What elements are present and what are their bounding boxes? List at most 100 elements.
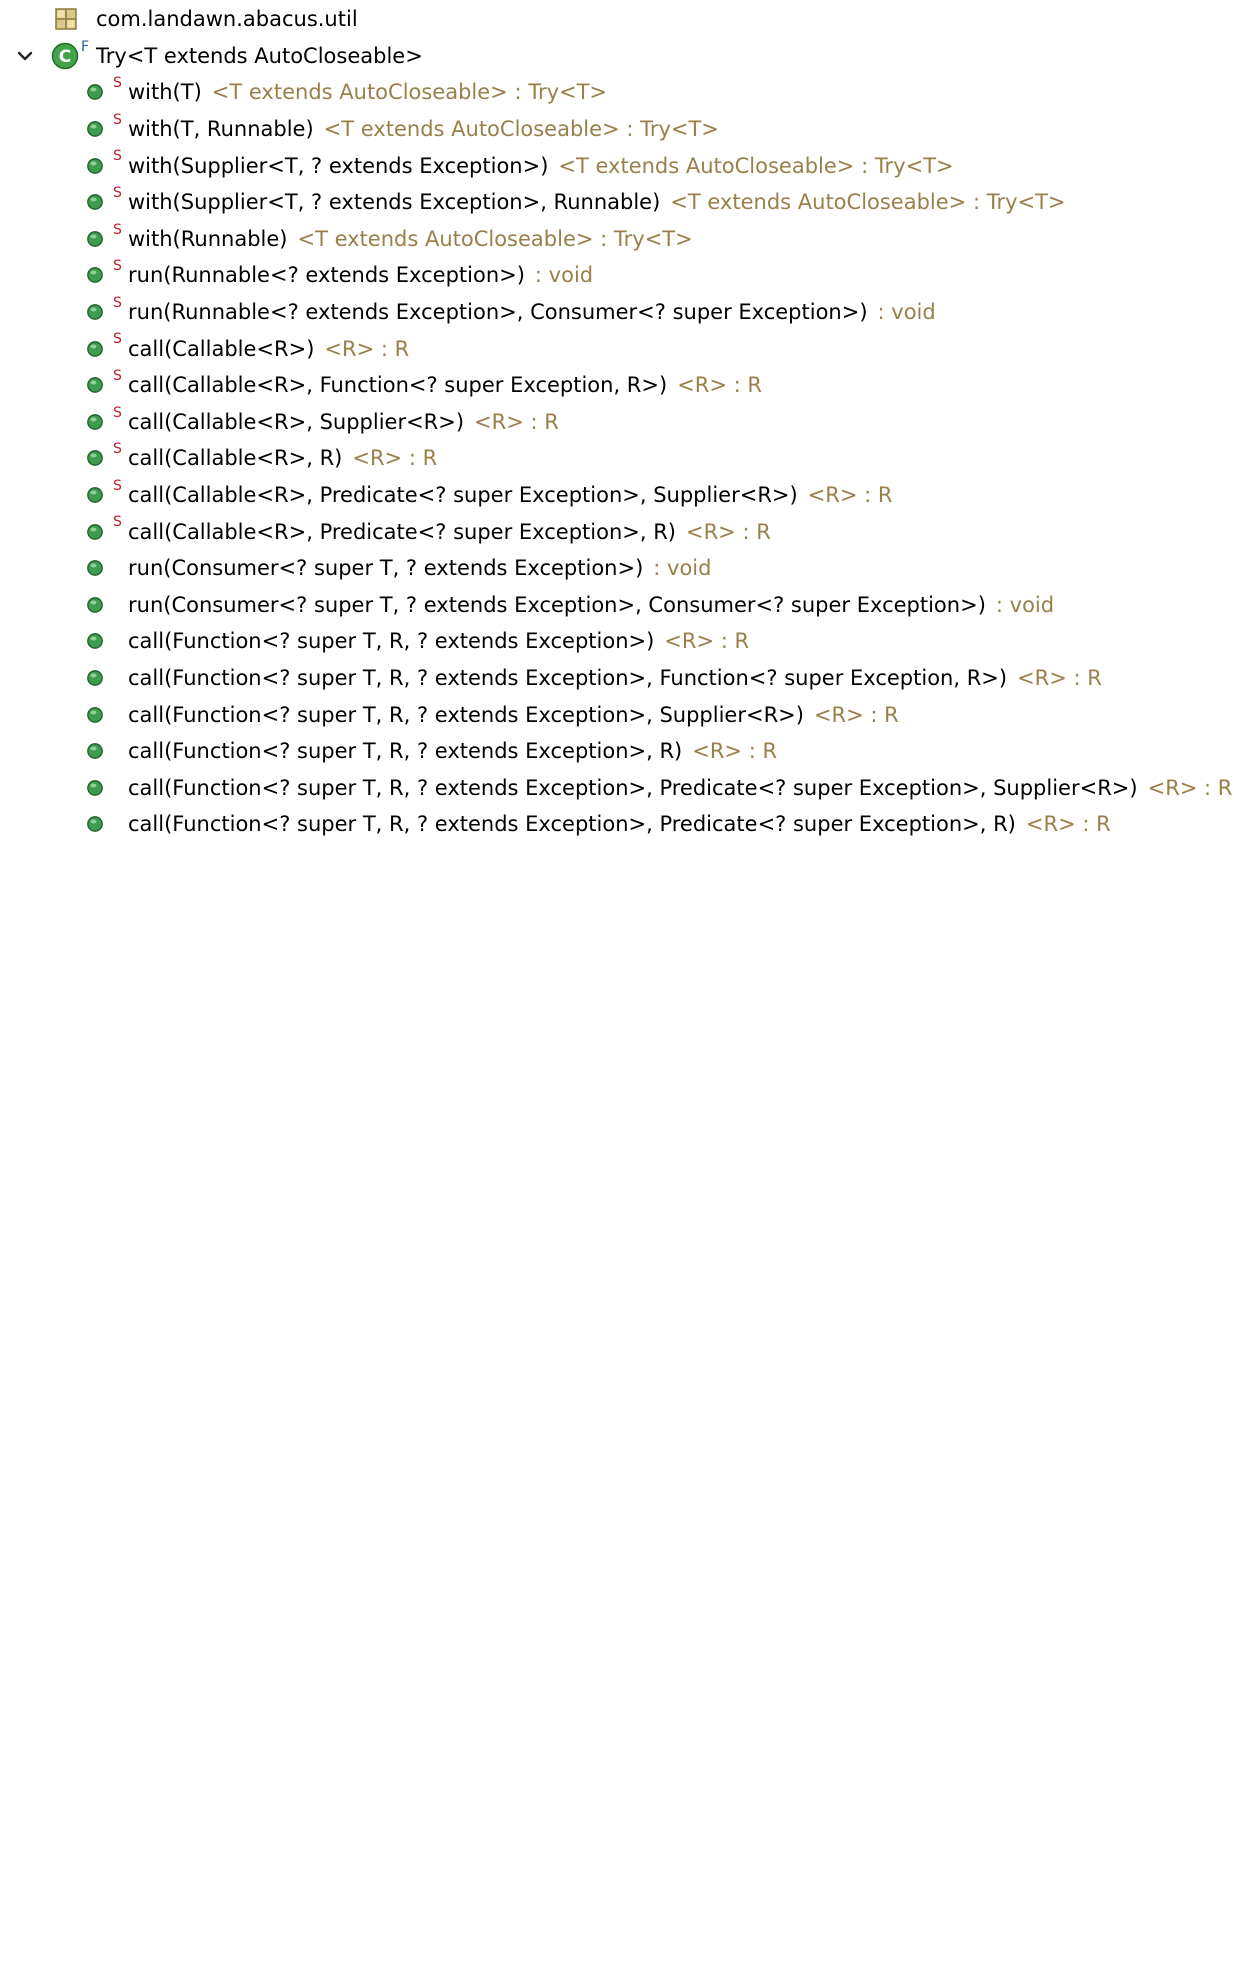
method-label: with(T, Runnable) <T extends AutoCloseabl… [128, 117, 719, 141]
method-signature: call(Function<? super T, R, ? extends Ex… [128, 702, 804, 727]
method-label: run(Consumer<? super T, ? extends Except… [128, 556, 711, 580]
method-row[interactable]: Swith(T) <T extends AutoCloseable> : Try<… [0, 74, 1234, 111]
public-method-icon [87, 377, 103, 394]
method-signature: run(Consumer<? super T, ? extends Except… [128, 592, 986, 617]
tree-row-package[interactable]: com.landawn.abacus.util [0, 1, 1234, 38]
method-return-type: : void [534, 263, 594, 288]
method-label: call(Function<? super T, R, ? extends Ex… [128, 812, 1111, 836]
method-row[interactable]: Scall(Callable<R>) <R> : R [0, 330, 1234, 367]
method-row[interactable]: Srun(Runnable<? extends Exception>, Cons… [0, 294, 1234, 331]
public-method-icon [87, 413, 103, 430]
method-return-type: <R> : R [692, 739, 778, 764]
method-row[interactable]: Scall(Callable<R>, Predicate<? super Exc… [0, 477, 1234, 514]
public-method-icon [87, 560, 103, 577]
method-return-type: <R> : R [813, 702, 899, 727]
method-signature: call(Callable<R>, Function<? super Excep… [128, 373, 668, 398]
method-row[interactable]: Swith(Runnable) <T extends AutoCloseable>… [0, 221, 1234, 258]
method-return-type: : void [653, 556, 712, 581]
method-label: call(Function<? super T, R, ? extends Ex… [128, 776, 1232, 800]
static-flag: S [113, 75, 122, 92]
method-return-type: <T extends AutoCloseable> : Try<T> [323, 117, 719, 142]
method-return-type: <R> : R [664, 629, 750, 654]
public-method-icon [87, 157, 103, 174]
method-label: with(T) <T extends AutoCloseable> : Try<T… [128, 80, 607, 104]
method-label: run(Consumer<? super T, ? extends Except… [128, 593, 1054, 617]
method-signature: call(Callable<R>, R) [128, 446, 343, 471]
method-label: call(Function<? super T, R, ? extends Ex… [128, 629, 749, 653]
public-method-icon [87, 523, 103, 540]
method-row[interactable]: Swith(Supplier<T, ? extends Exception>) <… [0, 147, 1234, 184]
method-signature: with(Supplier<T, ? extends Exception>) [128, 153, 549, 178]
method-label: call(Callable<R>, Predicate<? super Exce… [128, 520, 771, 544]
package-label: com.landawn.abacus.util [96, 7, 358, 32]
class-label: Try<T extends AutoCloseable> [96, 43, 423, 68]
method-row[interactable]: run(Consumer<? super T, ? extends Except… [0, 550, 1234, 587]
method-label: with(Supplier<T, ? extends Exception>, R… [128, 190, 1066, 214]
method-row[interactable]: Scall(Callable<R>, Supplier<R>) <R> : R [0, 404, 1234, 441]
static-flag: S [113, 514, 122, 531]
method-row[interactable]: call(Function<? super T, R, ? extends Ex… [0, 696, 1234, 733]
method-row[interactable]: Swith(Supplier<T, ? extends Exception>, … [0, 184, 1234, 221]
method-signature: with(Supplier<T, ? extends Exception>, R… [128, 190, 661, 215]
method-label: call(Function<? super T, R, ? extends Ex… [128, 739, 777, 763]
method-return-type: <T extends AutoCloseable> : Try<T> [670, 190, 1066, 215]
method-label: run(Runnable<? extends Exception>): void [128, 263, 593, 287]
method-return-type: : void [877, 300, 936, 325]
public-method-icon [87, 816, 103, 833]
method-signature: with(T) [128, 80, 202, 105]
tree-row-class[interactable]: C F Try<T extends AutoCloseable> [0, 38, 1234, 75]
method-row[interactable]: call(Function<? super T, R, ? extends Ex… [0, 769, 1234, 806]
method-signature: call(Callable<R>, Supplier<R>) [128, 409, 465, 434]
method-return-type: <R> : R [324, 336, 410, 361]
method-signature: run(Runnable<? extends Exception>, Consu… [128, 300, 868, 325]
method-label: with(Supplier<T, ? extends Exception>) <T… [128, 154, 954, 178]
method-row[interactable]: Scall(Callable<R>, Function<? super Exce… [0, 367, 1234, 404]
method-label: run(Runnable<? extends Exception>, Consu… [128, 300, 936, 324]
method-row[interactable]: call(Function<? super T, R, ? extends Ex… [0, 806, 1234, 843]
static-flag: S [113, 477, 122, 494]
method-row[interactable]: call(Function<? super T, R, ? extends Ex… [0, 623, 1234, 660]
method-return-type: <R> : R [474, 409, 559, 434]
public-method-icon [87, 487, 103, 503]
static-flag: S [113, 184, 122, 201]
static-flag: S [113, 294, 122, 311]
static-flag: S [113, 367, 122, 384]
method-row[interactable]: Scall(Callable<R>, Predicate<? super Exc… [0, 513, 1234, 550]
public-method-icon [87, 633, 103, 650]
public-method-icon [87, 231, 103, 247]
method-row[interactable]: call(Function<? super T, R, ? extends Ex… [0, 660, 1234, 697]
method-signature: call(Callable<R>, Predicate<? super Exce… [128, 519, 676, 544]
method-signature: call(Function<? super T, R, ? extends Ex… [128, 812, 1016, 837]
method-label: call(Function<? super T, R, ? extends Ex… [128, 666, 1102, 690]
public-method-icon [87, 779, 103, 796]
method-signature: call(Callable<R>) [128, 336, 315, 361]
method-signature: call(Function<? super T, R, ? extends Ex… [128, 665, 1008, 690]
public-method-icon [87, 84, 103, 101]
method-signature: with(Runnable) [128, 226, 288, 251]
method-return-type: <R> : R [1017, 665, 1102, 690]
method-row[interactable]: Swith(T, Runnable) <T extends AutoCloseab… [0, 111, 1234, 148]
method-signature: with(T, Runnable) [128, 117, 314, 142]
method-return-type: <T extends AutoCloseable> : Try<T> [297, 226, 693, 251]
method-return-type: <R> : R [1147, 775, 1233, 800]
static-flag: S [113, 331, 122, 348]
method-label: call(Callable<R>, Predicate<? super Exce… [128, 483, 893, 507]
public-method-icon [87, 596, 103, 613]
public-method-icon [87, 743, 103, 760]
static-flag: S [113, 111, 122, 128]
method-list: Swith(T) <T extends AutoCloseable> : Try<… [0, 74, 1234, 842]
method-row[interactable]: Scall(Callable<R>, R) <R> : R [0, 440, 1234, 477]
public-method-icon [87, 194, 103, 211]
method-return-type: <R> : R [807, 483, 893, 508]
static-flag: S [113, 258, 122, 275]
method-row[interactable]: call(Function<? super T, R, ? extends Ex… [0, 733, 1234, 770]
outline-tree: com.landawn.abacus.util C F Try<T extend… [0, 0, 1234, 843]
static-flag: S [113, 404, 122, 421]
method-return-type: <R> : R [686, 519, 771, 544]
chevron-down-icon[interactable] [14, 45, 36, 67]
method-row[interactable]: run(Consumer<? super T, ? extends Except… [0, 587, 1234, 624]
class-icon: C [51, 42, 79, 70]
method-label: call(Callable<R>) <R> : R [128, 337, 409, 361]
method-signature: run(Consumer<? super T, ? extends Except… [128, 556, 644, 581]
method-row[interactable]: Srun(Runnable<? extends Exception>): voi… [0, 257, 1234, 294]
